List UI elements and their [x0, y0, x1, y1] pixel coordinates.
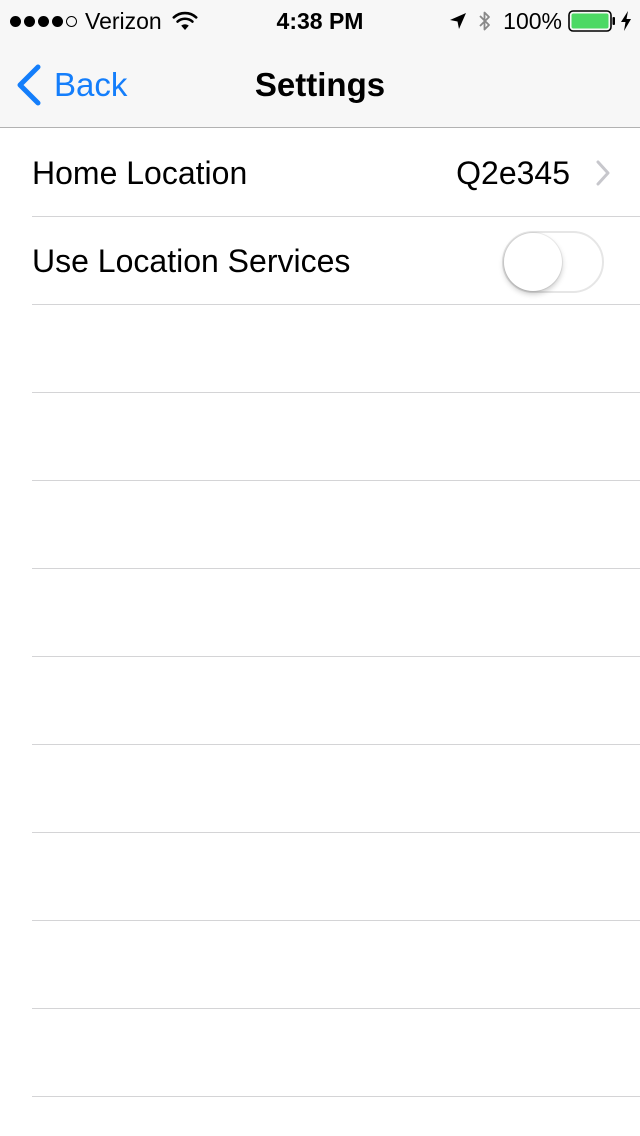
location-services-row: Use Location Services	[32, 217, 640, 305]
home-location-row[interactable]: Home Location Q2e345	[32, 129, 640, 217]
toggle-knob	[504, 233, 562, 291]
empty-table-row	[32, 745, 640, 833]
charging-bolt-icon	[621, 11, 631, 31]
page-title: Settings	[254, 66, 386, 103]
location-services-label: Use Location Services	[32, 243, 351, 279]
battery-icon	[568, 10, 615, 32]
home-location-value: Q2e345	[456, 155, 570, 191]
empty-table-row	[32, 481, 640, 569]
empty-table-row	[32, 569, 640, 657]
empty-table-row	[32, 1009, 640, 1097]
status-right: 100%	[449, 8, 632, 34]
bluetooth-icon	[479, 11, 491, 31]
navigation-bar: Back Settings	[0, 40, 640, 128]
battery-percent: 100%	[503, 8, 562, 34]
empty-table-row	[32, 393, 640, 481]
empty-table-row	[32, 657, 640, 745]
status-bar: Verizon 4:38 PM 100%	[0, 0, 640, 40]
home-location-label: Home Location	[32, 155, 248, 191]
empty-table-row	[32, 833, 640, 921]
chevron-right-icon	[596, 160, 610, 186]
location-arrow-icon	[450, 13, 467, 29]
location-services-toggle[interactable]	[502, 231, 604, 293]
empty-rows	[0, 305, 640, 1097]
empty-table-row	[32, 305, 640, 393]
settings-table: Home Location Q2e345 Use Location Servic…	[0, 129, 640, 1097]
empty-table-row	[32, 921, 640, 1009]
